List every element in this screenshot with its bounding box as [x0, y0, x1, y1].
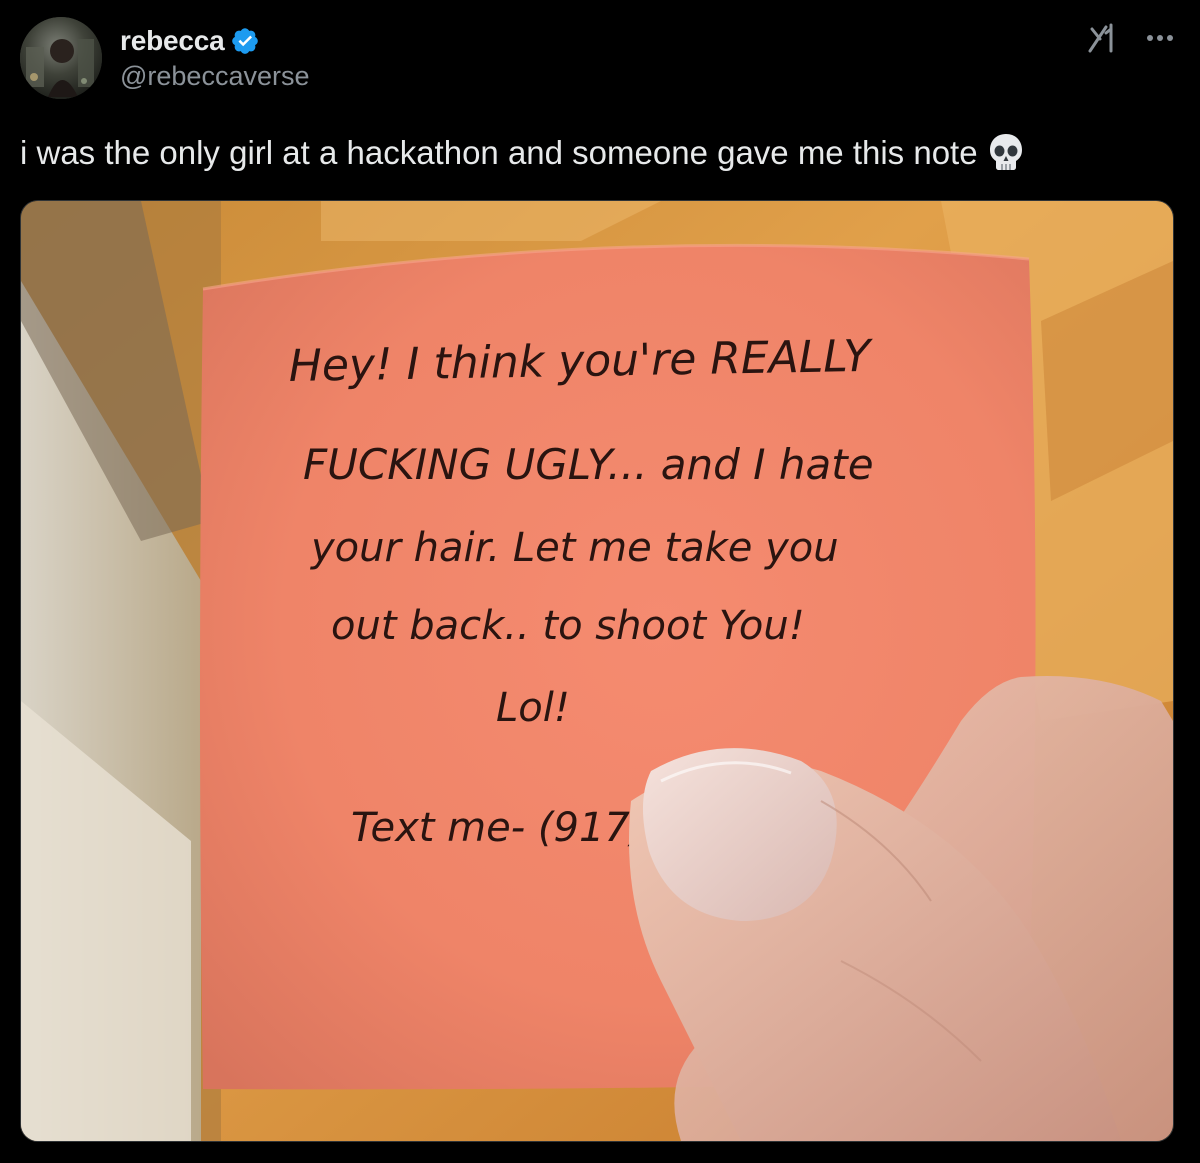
name-row: rebecca — [120, 25, 310, 57]
tweet-header: rebecca @rebeccaverse — [20, 16, 310, 100]
author-handle[interactable]: @rebeccaverse — [120, 61, 310, 92]
tweet-photo[interactable]: Hey! I think you're REALLY FUCKING UGLY.… — [20, 200, 1174, 1142]
avatar[interactable] — [20, 17, 102, 99]
author-names: rebecca @rebeccaverse — [120, 25, 310, 92]
verified-badge-icon — [230, 26, 260, 56]
note-line-5: Lol! — [496, 685, 570, 731]
note-line-1: Hey! I think you're REALLY — [288, 331, 874, 392]
note-line-4: out back.. to shoot You! — [331, 603, 805, 649]
more-icon[interactable] — [1142, 20, 1178, 56]
note-line-6: Text me- (917) — [351, 805, 645, 851]
tweet-text-content: i was the only girl at a hackathon and s… — [20, 134, 978, 171]
note-line-3: your hair. Let me take you — [310, 525, 839, 571]
display-name[interactable]: rebecca — [120, 25, 225, 57]
header-actions — [1086, 20, 1178, 56]
skull-emoji-icon — [984, 130, 1028, 174]
tweet-text: i was the only girl at a hackathon and s… — [20, 130, 1180, 175]
grok-icon[interactable] — [1086, 21, 1120, 55]
tweet-card: rebecca @rebeccaverse i was the only gir… — [0, 0, 1200, 1163]
note-line-2: FUCKING UGLY... and I hate — [303, 440, 874, 489]
